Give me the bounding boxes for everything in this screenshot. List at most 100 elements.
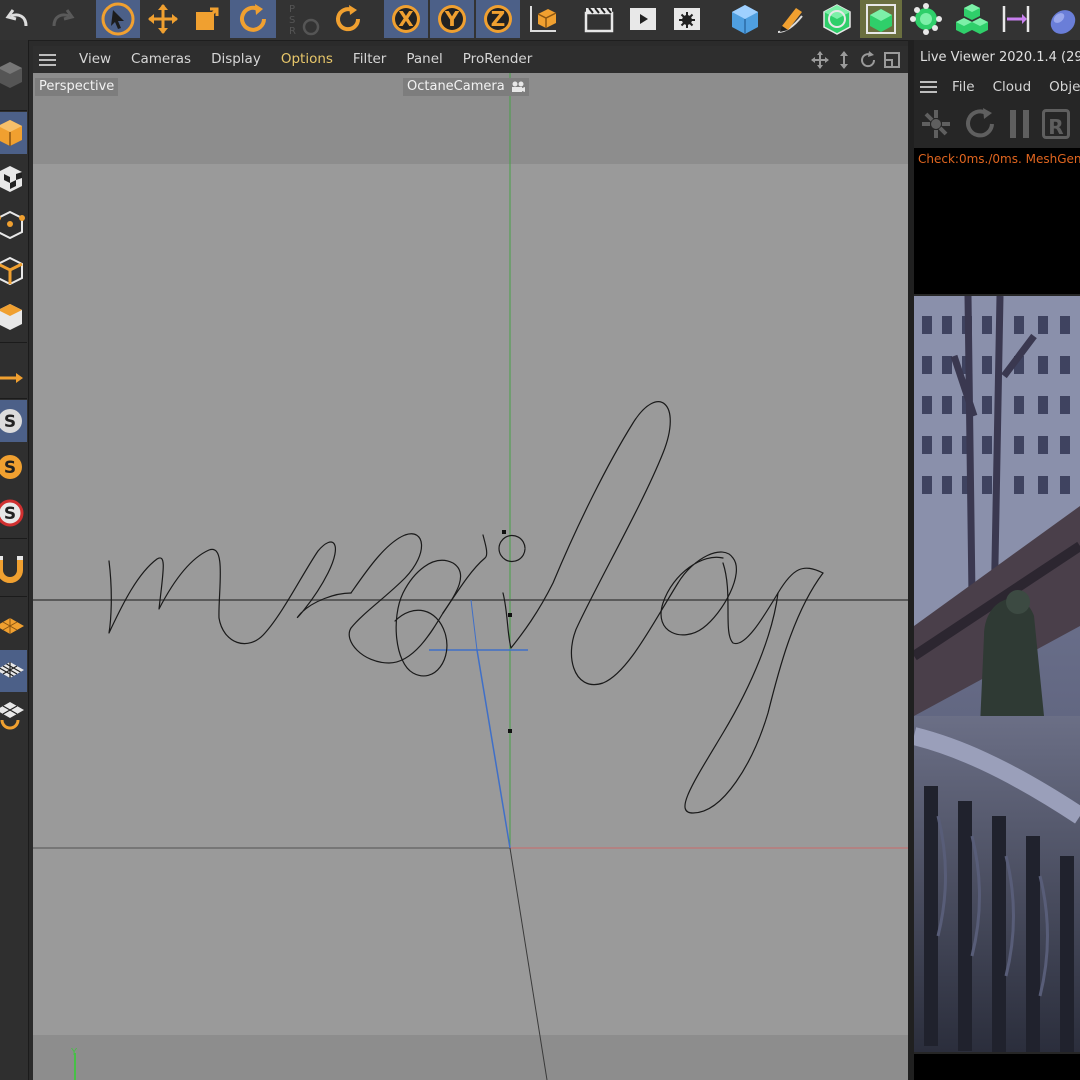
coordinate-system-icon: [336, 5, 361, 32]
redo-button[interactable]: [42, 0, 80, 38]
menu-panel[interactable]: Panel: [396, 46, 452, 73]
psr-icon: PSR: [289, 4, 320, 37]
svg-text:S: S: [289, 15, 295, 26]
render-settings-icon: [674, 8, 700, 30]
send-scene-icon[interactable]: [918, 106, 954, 142]
live-viewer-panel: Live Viewer 2020.1.4 (29 da File Cloud O…: [914, 40, 1080, 1080]
camera-icon: [511, 81, 525, 92]
sphere-button[interactable]: [1040, 0, 1080, 38]
menu-prorender[interactable]: ProRender: [453, 46, 542, 73]
spline-point[interactable]: [508, 613, 512, 617]
coordinate-system-button[interactable]: [326, 0, 370, 38]
lv-menu-file[interactable]: File: [943, 79, 984, 95]
menu-cameras[interactable]: Cameras: [121, 46, 201, 73]
psr-button[interactable]: PSR: [280, 0, 324, 38]
workplane-icon: [0, 618, 24, 634]
array-icon: [956, 4, 988, 34]
svg-text:P: P: [289, 4, 295, 15]
grid-button[interactable]: [0, 650, 27, 692]
mode-palette: S S S: [0, 40, 29, 1080]
array-button[interactable]: [950, 0, 994, 38]
cloner-icon: [910, 3, 942, 35]
points-mode-icon: [0, 210, 25, 240]
x-axis-button[interactable]: X: [384, 0, 428, 38]
svg-text:Y: Y: [444, 7, 460, 31]
world-coordinate-button[interactable]: [522, 0, 564, 38]
render-region-icon: [584, 7, 614, 33]
pen-button[interactable]: [768, 0, 812, 38]
y-axis-button[interactable]: Y: [430, 0, 474, 38]
subdivision-button[interactable]: [816, 0, 858, 38]
lv-menu-cloud[interactable]: Cloud: [984, 79, 1041, 95]
grid-icon: [0, 662, 24, 678]
snap-button[interactable]: S: [0, 400, 27, 442]
viewport-menubar: View Cameras Display Options Filter Pane…: [33, 46, 908, 73]
maximize-view-icon[interactable]: [882, 50, 902, 70]
move-icon: [148, 4, 178, 34]
menu-view[interactable]: View: [69, 46, 121, 73]
texture-mode-button[interactable]: [0, 158, 27, 200]
hamburger-menu-icon[interactable]: [920, 73, 937, 100]
z-axis-button[interactable]: Z: [476, 0, 520, 38]
camera-frustum-line: [509, 847, 548, 1080]
cube-button[interactable]: [724, 0, 766, 38]
locked-workplane-button[interactable]: [0, 694, 27, 736]
axis-icon: [0, 373, 23, 383]
cube-icon: [732, 5, 758, 34]
magnet-icon: [0, 556, 23, 583]
make-editable-icon: [0, 62, 22, 88]
make-editable-button[interactable]: [0, 54, 27, 96]
render-region-button[interactable]: [578, 0, 620, 38]
render-settings-button[interactable]: [666, 0, 708, 38]
spline-text-mesilay[interactable]: [108, 401, 824, 814]
workplane-button[interactable]: [0, 606, 27, 648]
hamburger-menu-icon[interactable]: [39, 46, 61, 73]
live-selection-icon: [101, 2, 135, 36]
move-button[interactable]: [142, 0, 184, 38]
points-mode-button[interactable]: [0, 204, 27, 246]
extrude-button[interactable]: [860, 0, 902, 38]
menu-display[interactable]: Display: [201, 46, 271, 73]
rotate-button[interactable]: [230, 0, 276, 38]
deformer-button[interactable]: [996, 0, 1036, 38]
restart-render-icon[interactable]: [962, 106, 998, 142]
cloner-button[interactable]: [904, 0, 948, 38]
model-mode-button[interactable]: [0, 112, 27, 154]
axis-gizmo-y-label: Y: [70, 1047, 78, 1058]
scale-button[interactable]: [186, 0, 228, 38]
render-view-button[interactable]: [622, 0, 664, 38]
snap-settings-button[interactable]: S: [0, 446, 27, 488]
live-viewer-bottom-bar: [914, 1054, 1080, 1080]
live-selection-button[interactable]: [96, 0, 140, 38]
pause-render-icon[interactable]: [1006, 106, 1034, 142]
magnet-button[interactable]: [0, 548, 27, 590]
camera-label[interactable]: Perspective: [35, 78, 119, 96]
render-view-icon: [630, 8, 656, 30]
snap-enable-button[interactable]: S: [0, 492, 27, 534]
object-axis-tilt: [476, 649, 511, 849]
axis-button[interactable]: [0, 352, 27, 394]
pen-icon: [777, 8, 803, 33]
svg-text:S: S: [4, 504, 16, 524]
perspective-viewport[interactable]: Y Perspective OctaneCamera: [33, 73, 908, 1080]
spline-point[interactable]: [502, 530, 506, 534]
render-preview-image: [914, 296, 1080, 1052]
snap-enable-icon: S: [0, 499, 24, 527]
live-viewer-toolbar: R: [914, 102, 1080, 146]
zoom-icon[interactable]: [834, 50, 854, 70]
undo-button[interactable]: [0, 0, 38, 38]
spline-point[interactable]: [508, 729, 512, 733]
snap-settings-icon: S: [0, 455, 22, 479]
subdivision-icon: [823, 4, 851, 35]
pan-icon[interactable]: [810, 50, 830, 70]
edges-mode-button[interactable]: [0, 250, 27, 292]
render-r-button[interactable]: R: [1042, 109, 1070, 139]
polygons-mode-button[interactable]: [0, 296, 27, 338]
live-viewer-title: Live Viewer 2020.1.4 (29 da: [920, 50, 1080, 65]
menu-options[interactable]: Options: [271, 46, 343, 73]
orbit-icon[interactable]: [858, 50, 878, 70]
scene-canvas: Y: [33, 73, 908, 1080]
octane-camera-label[interactable]: OctaneCamera: [403, 78, 529, 96]
lv-menu-objects[interactable]: Objec: [1040, 79, 1080, 95]
menu-filter[interactable]: Filter: [343, 46, 396, 73]
